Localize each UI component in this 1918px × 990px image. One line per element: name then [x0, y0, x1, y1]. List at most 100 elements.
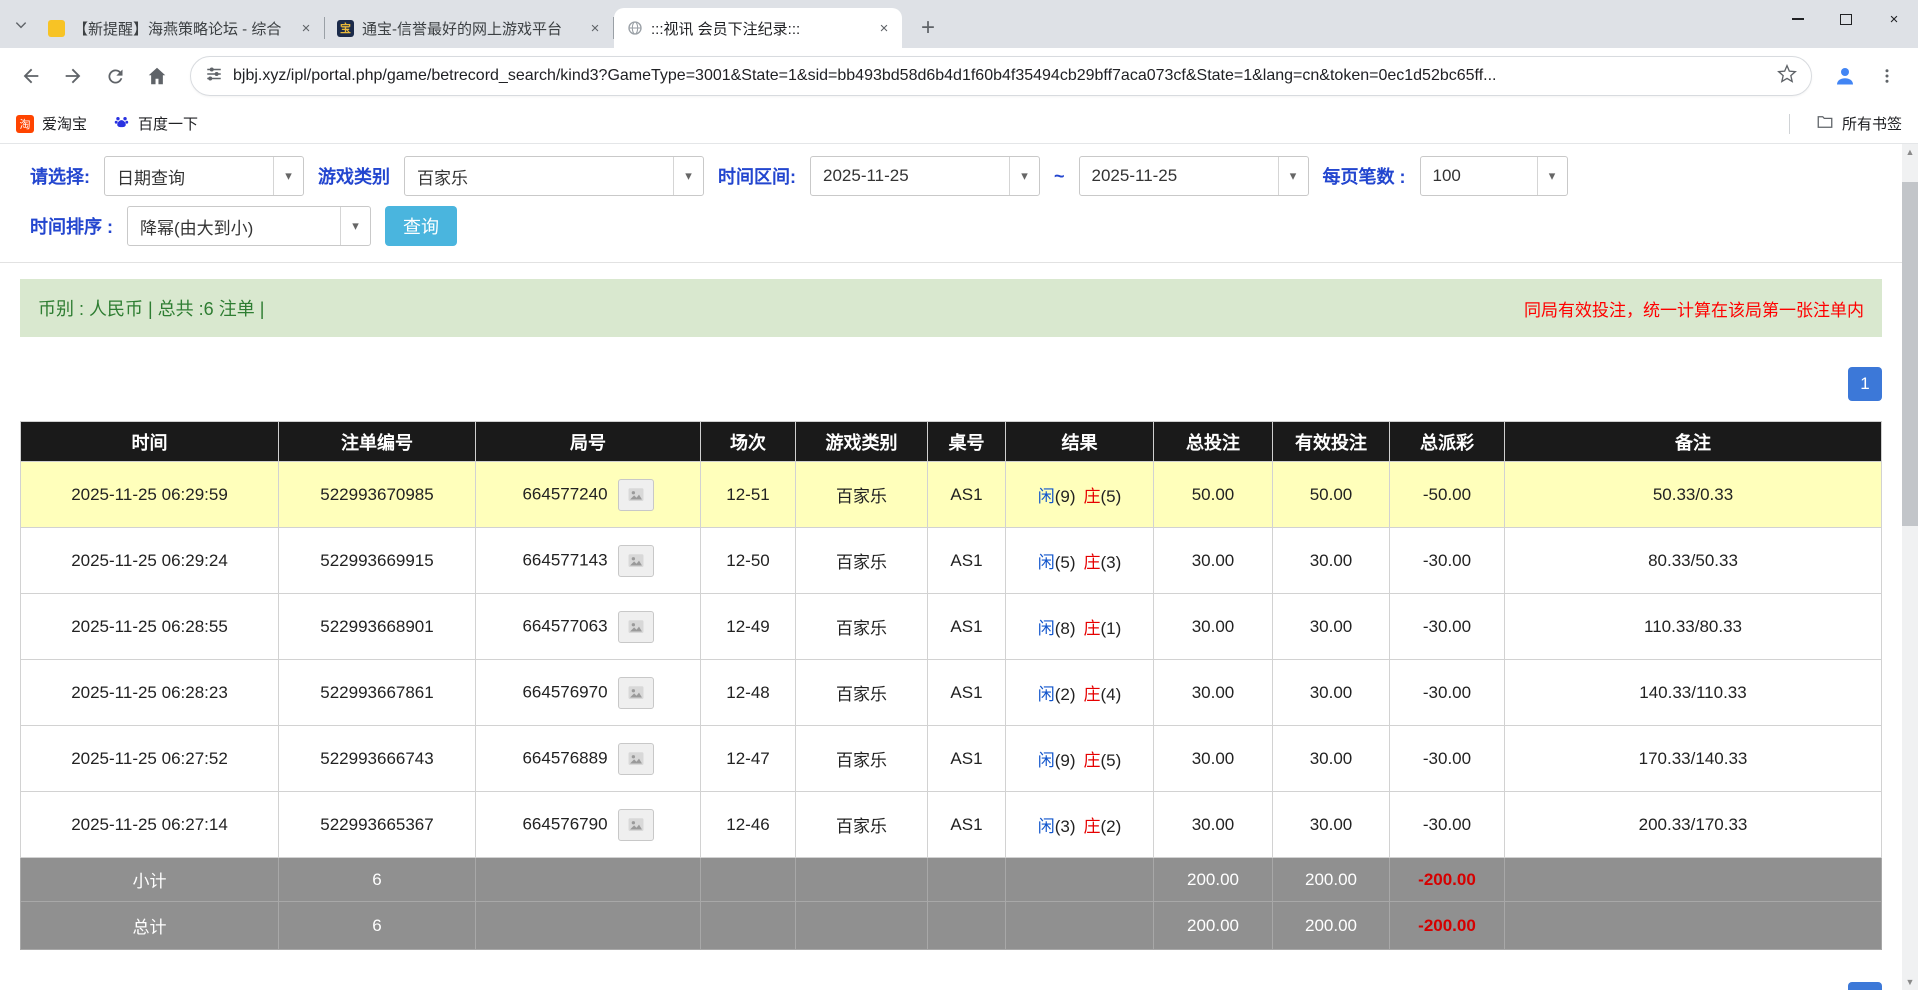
cell-valid-bet: 30.00	[1273, 528, 1390, 594]
cell-note: 170.33/140.33	[1505, 726, 1882, 792]
round-image-button[interactable]	[618, 743, 654, 775]
globe-favicon-icon	[626, 20, 643, 37]
cell-total-bet[interactable]: 30.00	[1154, 726, 1273, 792]
date-to-select[interactable]: 2025-11-25 ▾	[1079, 156, 1309, 196]
table-row: 2025-11-25 06:28:23 522993667861 6645769…	[21, 660, 1882, 726]
player-points: (2)	[1055, 685, 1076, 704]
cell-valid-bet: 30.00	[1273, 792, 1390, 858]
player-points: (5)	[1055, 553, 1076, 572]
filter-row-1: 请选择: 日期查询 ▾ 游戏类别 百家乐 ▾ 时间区间: 2025-11-25 …	[30, 156, 1872, 196]
player-label: 闲	[1038, 685, 1055, 704]
empty-cell	[1006, 902, 1154, 950]
reload-button[interactable]	[96, 57, 134, 95]
chevron-down-icon[interactable]	[6, 10, 36, 40]
header-payout: 总派彩	[1390, 422, 1505, 462]
total-count: 6	[279, 902, 476, 950]
home-button[interactable]	[138, 57, 176, 95]
cell-total-bet[interactable]: 30.00	[1154, 594, 1273, 660]
maximize-button[interactable]	[1822, 0, 1870, 38]
tab-tongbao-platform[interactable]: 宝 通宝-信誉最好的网上游戏平台 ×	[325, 8, 613, 48]
cell-bet-id: 522993670985	[279, 462, 476, 528]
banker-points: (4)	[1101, 685, 1122, 704]
round-number: 664577240	[522, 484, 607, 503]
bookmark-star-icon[interactable]	[1777, 64, 1797, 89]
round-number: 664576889	[522, 748, 607, 767]
header-game: 游戏类别	[796, 422, 928, 462]
vertical-scrollbar[interactable]: ▲ ▼	[1902, 144, 1918, 990]
tab-close-icon[interactable]: ×	[874, 18, 894, 38]
cell-valid-bet: 30.00	[1273, 594, 1390, 660]
round-number: 664577063	[522, 616, 607, 635]
round-image-button[interactable]	[618, 611, 654, 643]
tab-close-icon[interactable]: ×	[585, 18, 605, 38]
cell-time: 2025-11-25 06:29:24	[21, 528, 279, 594]
cell-session: 12-48	[701, 660, 796, 726]
pagination-page-1-bottom[interactable]: 1	[1848, 982, 1882, 990]
empty-cell	[928, 858, 1006, 902]
cell-table: AS1	[928, 462, 1006, 528]
tune-icon[interactable]	[205, 65, 223, 88]
address-bar[interactable]: bjbj.xyz/ipl/portal.php/game/betrecord_s…	[190, 56, 1812, 96]
game-category-label: 游戏类别	[318, 163, 390, 189]
player-points: (8)	[1055, 619, 1076, 638]
cell-round: 664576790	[476, 792, 701, 858]
search-button[interactable]: 查询	[385, 206, 457, 246]
scroll-up-arrow-icon[interactable]: ▲	[1902, 144, 1918, 160]
time-sort-select[interactable]: 降幂(由大到小) ▾	[127, 206, 371, 246]
round-image-button[interactable]	[618, 545, 654, 577]
all-bookmarks-button[interactable]: 所有书签	[1816, 113, 1902, 135]
cell-table: AS1	[928, 528, 1006, 594]
chevron-down-icon: ▾	[273, 157, 303, 195]
cell-note: 50.33/0.33	[1505, 462, 1882, 528]
round-image-button[interactable]	[618, 677, 654, 709]
cell-time: 2025-11-25 06:27:52	[21, 726, 279, 792]
cell-valid-bet: 50.00	[1273, 462, 1390, 528]
banker-label: 庄	[1084, 817, 1101, 836]
tab-haiyan-forum[interactable]: 【新提醒】海燕策略论坛 - 综合 ×	[36, 8, 324, 48]
banker-points: (2)	[1101, 817, 1122, 836]
query-type-select[interactable]: 日期查询 ▾	[104, 156, 304, 196]
scroll-down-arrow-icon[interactable]: ▼	[1902, 974, 1918, 990]
close-button[interactable]: ×	[1870, 0, 1918, 38]
all-bookmarks-label: 所有书签	[1842, 113, 1902, 134]
cell-time: 2025-11-25 06:28:23	[21, 660, 279, 726]
back-button[interactable]	[12, 57, 50, 95]
cell-session: 12-47	[701, 726, 796, 792]
banker-points: (5)	[1101, 487, 1122, 506]
bookmark-baidu[interactable]: 百度一下	[113, 113, 198, 134]
scrollbar-thumb[interactable]	[1902, 182, 1918, 526]
tab-close-icon[interactable]: ×	[296, 18, 316, 38]
bookmark-taobao[interactable]: 淘 爱淘宝	[16, 113, 87, 134]
date-from-select[interactable]: 2025-11-25 ▾	[810, 156, 1040, 196]
player-points: (9)	[1055, 751, 1076, 770]
cell-total-bet[interactable]: 30.00	[1154, 792, 1273, 858]
round-image-button[interactable]	[618, 479, 654, 511]
cell-payout: -30.00	[1390, 726, 1505, 792]
cell-result: 闲(8)庄(1)	[1006, 594, 1154, 660]
cell-bet-id: 522993667861	[279, 660, 476, 726]
profile-icon[interactable]	[1826, 57, 1864, 95]
menu-kebab-icon[interactable]	[1868, 57, 1906, 95]
empty-cell	[476, 902, 701, 950]
player-points: (3)	[1055, 817, 1076, 836]
empty-cell	[476, 858, 701, 902]
forward-button[interactable]	[54, 57, 92, 95]
tongbao-favicon-icon: 宝	[337, 20, 354, 37]
cell-total-bet[interactable]: 50.00	[1154, 462, 1273, 528]
pagination-page-1[interactable]: 1	[1848, 367, 1882, 401]
cell-total-bet[interactable]: 30.00	[1154, 528, 1273, 594]
header-total-bet: 总投注	[1154, 422, 1273, 462]
minimize-button[interactable]	[1774, 0, 1822, 38]
tab-bet-records-active[interactable]: :::视讯 会员下注纪录::: ×	[614, 8, 902, 48]
cell-total-bet[interactable]: 30.00	[1154, 660, 1273, 726]
game-category-select[interactable]: 百家乐 ▾	[404, 156, 704, 196]
page-size-select[interactable]: 100 ▾	[1420, 156, 1568, 196]
new-tab-button[interactable]: +	[912, 12, 944, 44]
round-image-button[interactable]	[618, 809, 654, 841]
cell-time: 2025-11-25 06:28:55	[21, 594, 279, 660]
cell-session: 12-50	[701, 528, 796, 594]
chevron-down-icon: ▾	[673, 157, 703, 195]
url-text[interactable]: bjbj.xyz/ipl/portal.php/game/betrecord_s…	[233, 67, 1767, 85]
cell-payout: -30.00	[1390, 660, 1505, 726]
cell-game: 百家乐	[796, 660, 928, 726]
